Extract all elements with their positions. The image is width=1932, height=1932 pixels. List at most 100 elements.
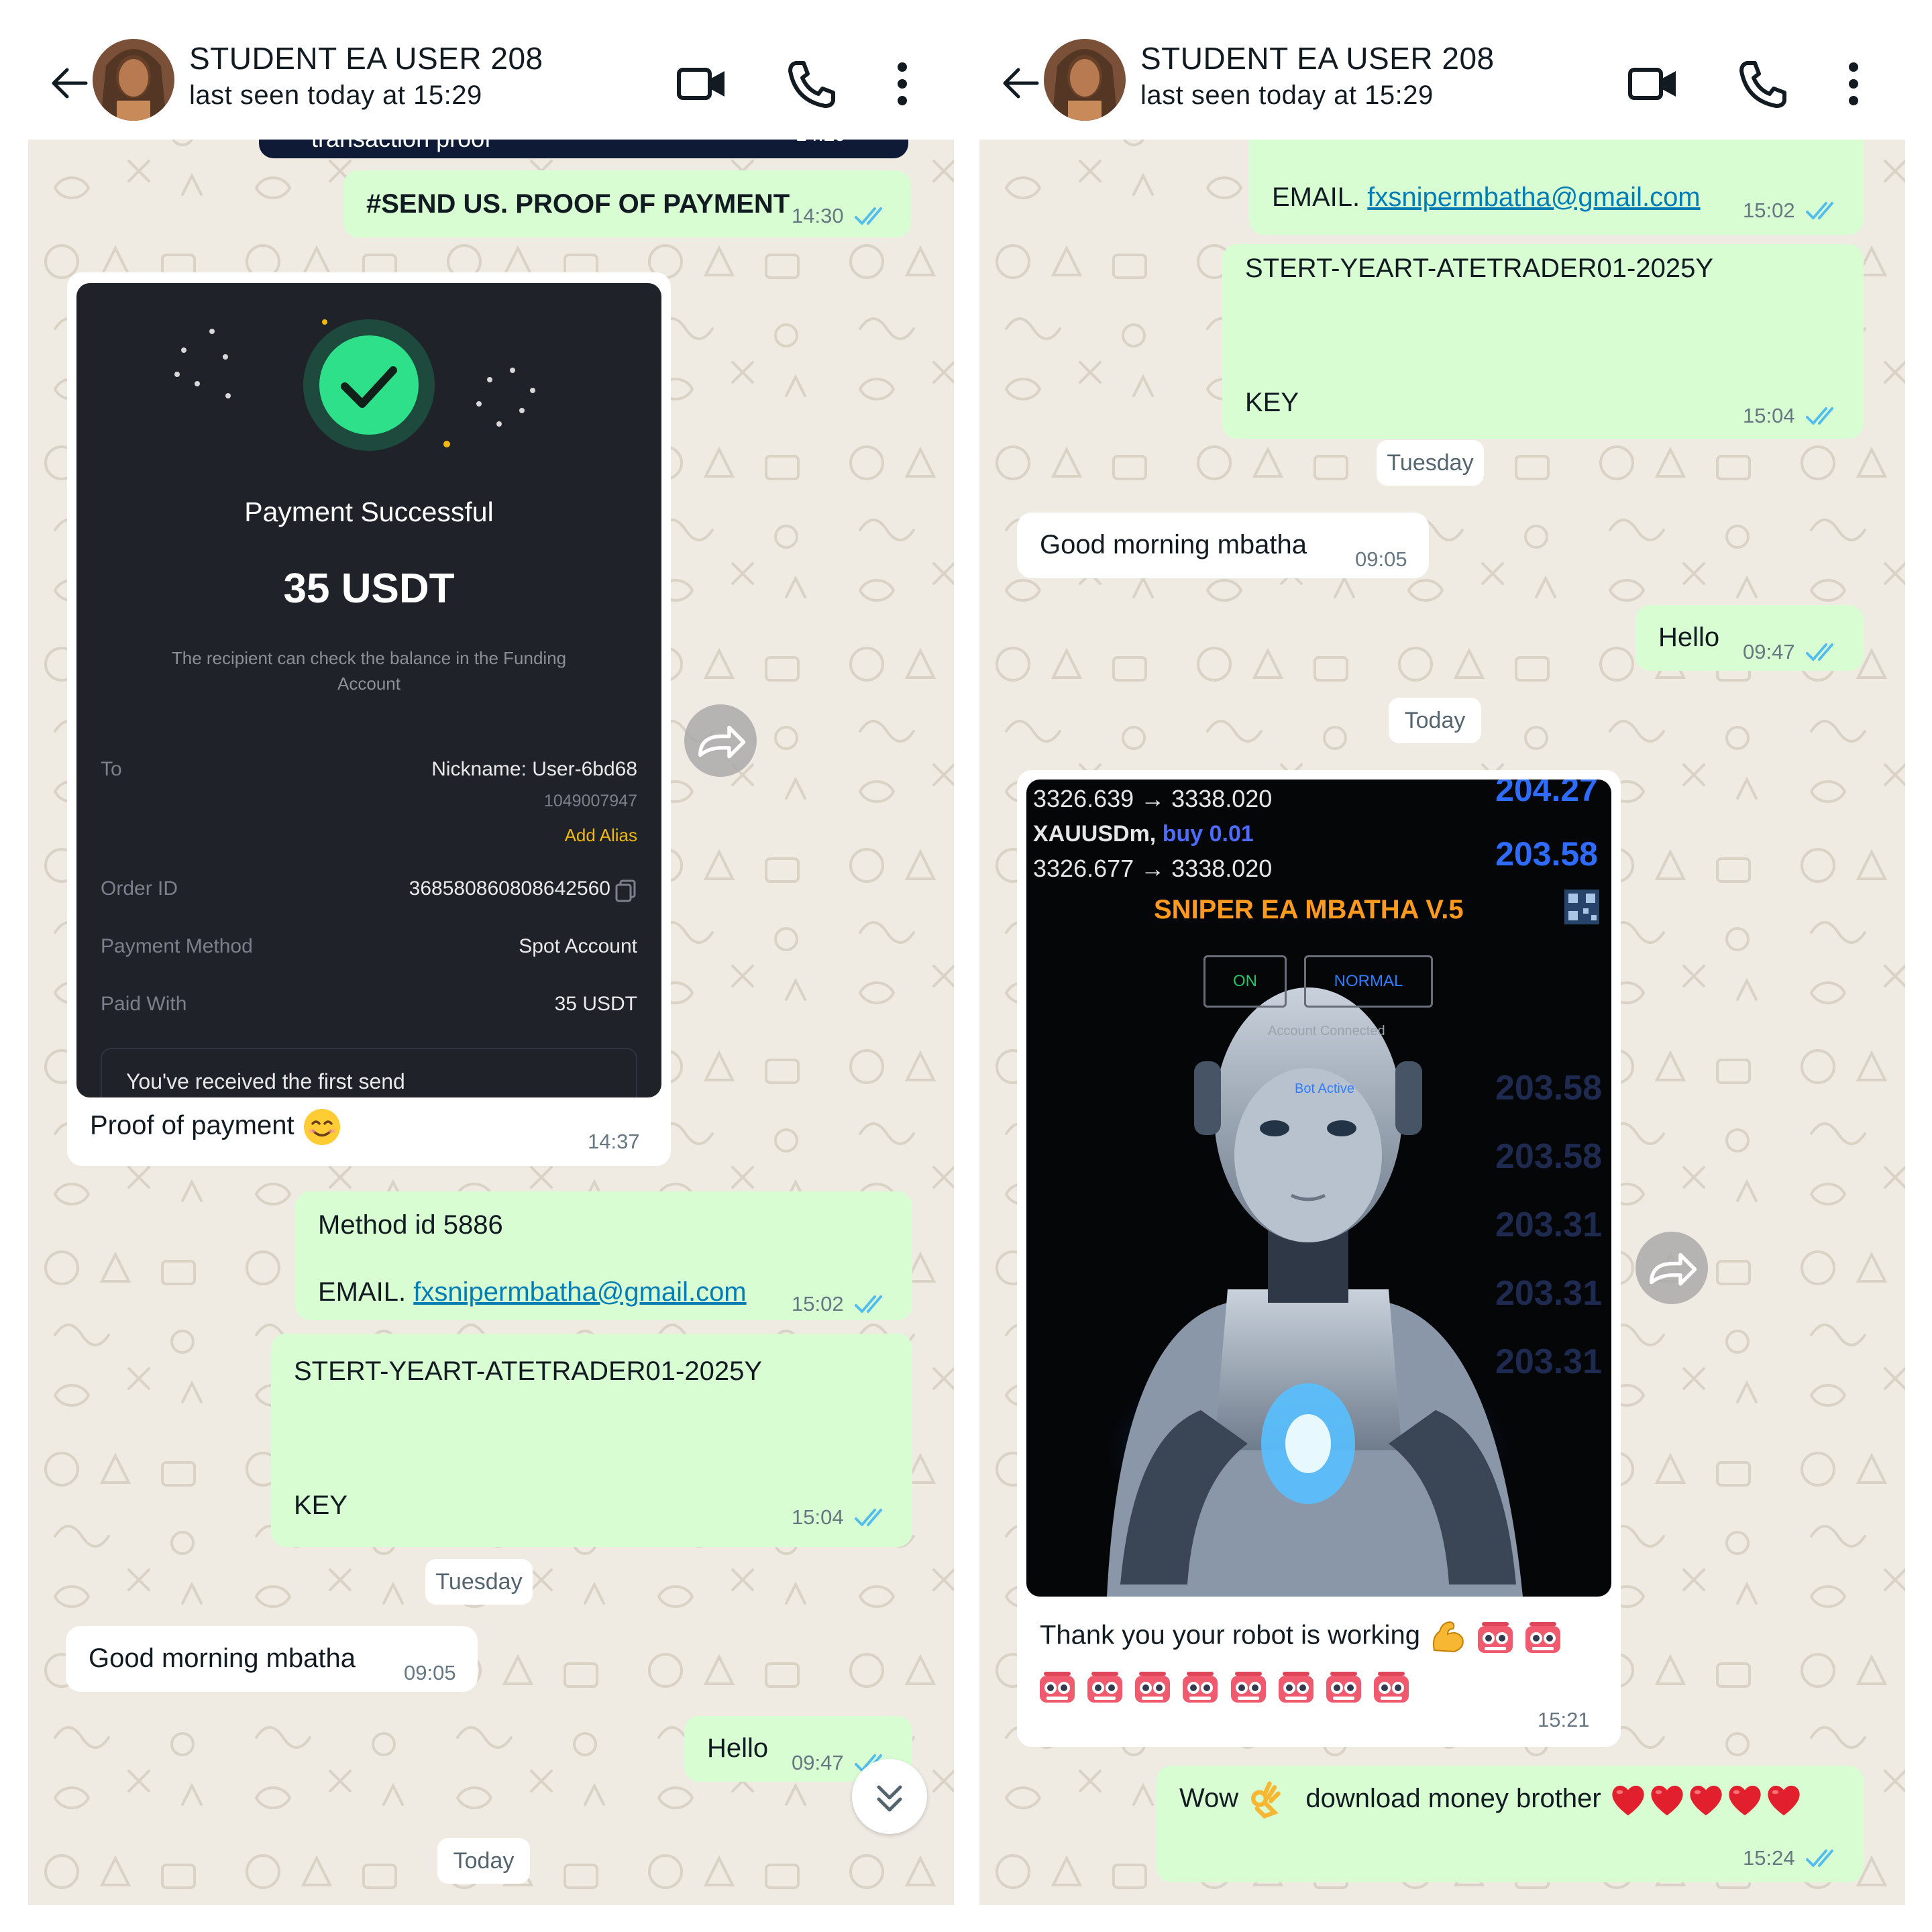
trade-symbol: XAUUSDm, buy 0.01 xyxy=(1033,821,1254,847)
paid-with-value: 35 USDT xyxy=(554,993,637,1015)
copy-icon xyxy=(615,879,636,902)
on-button: ON xyxy=(1203,955,1287,1008)
message-line: Method id 5886 xyxy=(318,1210,503,1240)
robot-emoji xyxy=(1324,1666,1364,1707)
forward-icon xyxy=(1635,1232,1708,1304)
faint-value: 203.31 xyxy=(1495,1274,1602,1313)
trade-line: 3326.677 → 3338.020 xyxy=(1033,855,1273,882)
message-text: Good morning mbatha xyxy=(1040,530,1307,559)
payment-method-value: Spot Account xyxy=(519,935,637,957)
message-bubble-method[interactable]: Method id 5886 EMAIL. fxsnipermbatha@gma… xyxy=(295,1191,912,1320)
message-bubble-wow[interactable]: Wow download money brother 15:24 xyxy=(1157,1766,1864,1882)
back-arrow-icon[interactable] xyxy=(998,60,1044,106)
chat-panel-right: STUDENT EA USER 208 last seen today at 1… xyxy=(979,27,1905,1905)
robot-emoji xyxy=(1475,1617,1515,1657)
message-meta: 09:47 xyxy=(1743,640,1842,664)
chat-panel-left: STUDENT EA USER 208 last seen today at 1… xyxy=(28,27,954,1905)
message-text: Proof of payment xyxy=(90,1107,342,1147)
smiling-face-emoji xyxy=(302,1107,342,1147)
paid-with-label: Paid With xyxy=(101,993,187,1015)
caption-text: Thank you your robot is working xyxy=(1040,1620,1420,1650)
forward-icon xyxy=(684,704,757,777)
message-time: 14:30 xyxy=(792,204,844,227)
robot-screenshot-image[interactable]: 3326.639 → 3338.020 XAUUSDm, buy 0.01 33… xyxy=(1026,780,1611,1597)
read-ticks-icon xyxy=(1805,1847,1842,1869)
qr-code-icon xyxy=(1564,890,1599,924)
message-bubble-hello[interactable]: Hello 09:47 xyxy=(1635,605,1864,671)
message-bubble-key[interactable]: STERT-YEART-ATETRADER01-2025Y KEY 15:04 xyxy=(1222,244,1864,439)
ok-hand-emoji xyxy=(1246,1781,1283,1819)
red-heart-emoji xyxy=(1725,1780,1764,1819)
message-time: 15:02 xyxy=(792,1292,844,1316)
to-value: Nickname: User-6bd68 xyxy=(431,758,637,780)
status-bot: Bot Active xyxy=(1295,1081,1354,1096)
message-bubble-good-morning[interactable]: Good morning mbatha 09:05 xyxy=(1017,513,1429,578)
avatar[interactable] xyxy=(93,39,174,121)
message-meta: 15:02 xyxy=(792,1292,891,1316)
image-message-robot[interactable]: 3326.639 → 3338.020 XAUUSDm, buy 0.01 33… xyxy=(1017,770,1621,1747)
message-phrase: download money brother xyxy=(1305,1783,1601,1813)
forward-button[interactable] xyxy=(684,704,757,777)
read-ticks-icon xyxy=(853,1293,891,1315)
message-text: Hello xyxy=(707,1733,769,1763)
robot-emoji xyxy=(1228,1666,1269,1707)
back-arrow-icon[interactable] xyxy=(47,60,93,106)
value-top: 204.27 xyxy=(1495,780,1598,808)
scroll-to-bottom-button[interactable] xyxy=(852,1759,927,1834)
message-time: 09:05 xyxy=(1355,547,1407,571)
message-text: Good morning mbatha xyxy=(89,1644,356,1673)
message-line: STERT-YEART-ATETRADER01-2025Y xyxy=(1245,254,1714,283)
caption-line-2 xyxy=(1037,1666,1411,1707)
read-ticks-icon xyxy=(1805,641,1842,663)
faint-value: 203.58 xyxy=(1495,1069,1602,1108)
message-meta: 15:24 xyxy=(1743,1846,1842,1870)
message-meta: 15:04 xyxy=(1743,404,1842,428)
message-word: Wow xyxy=(1179,1783,1239,1813)
flexed-biceps-emoji xyxy=(1428,1617,1468,1657)
red-heart-emoji xyxy=(1686,1780,1725,1819)
read-ticks-icon xyxy=(1805,200,1842,221)
message-bubble-send-proof[interactable]: #SEND US. PROOF OF PAYMENT 14:30 xyxy=(343,170,911,237)
caption-text: Proof of payment xyxy=(90,1110,294,1140)
status-account: Account Connected xyxy=(1268,1024,1385,1038)
contact-name[interactable]: STUDENT EA USER 208 xyxy=(189,40,543,76)
robot-emoji xyxy=(1085,1666,1125,1707)
message-meta: 14:30 xyxy=(792,204,891,228)
message-bubble-good-morning[interactable]: Good morning mbatha 09:05 xyxy=(66,1626,478,1692)
image-message-payment[interactable]: Payment Successful 35 USDT The recipient… xyxy=(67,272,671,1166)
date-chip-tuesday: Tuesday xyxy=(425,1559,533,1605)
caption-line-1: Thank you your robot is working xyxy=(1040,1617,1563,1657)
to-label: To xyxy=(101,758,122,780)
trade-line: 3326.639 → 3338.020 xyxy=(1033,785,1273,812)
robot-emoji xyxy=(1132,1666,1173,1707)
payment-note: The recipient can check the balance in t… xyxy=(171,648,567,694)
message-bubble-key[interactable]: STERT-YEART-ATETRADER01-2025Y KEY 15:04 xyxy=(271,1334,912,1547)
banner-text: You've received the first send xyxy=(126,1069,405,1093)
payment-method-label: Payment Method xyxy=(101,935,253,957)
avatar[interactable] xyxy=(1044,39,1126,121)
contact-name[interactable]: STUDENT EA USER 208 xyxy=(1140,40,1495,76)
voice-call-icon[interactable] xyxy=(1732,54,1792,114)
payment-receipt-image[interactable]: Payment Successful 35 USDT The recipient… xyxy=(76,283,661,1097)
video-call-icon[interactable] xyxy=(672,54,733,114)
add-alias-link: Add Alias xyxy=(564,825,637,845)
message-meta: 15:04 xyxy=(792,1505,891,1529)
message-bubble-email[interactable]: EMAIL. fxsnipermbatha@gmail.com 15:02 xyxy=(1249,127,1864,235)
date-chip-today: Today xyxy=(1389,698,1481,743)
success-check-icon xyxy=(174,319,535,451)
email-prefix: EMAIL. xyxy=(1272,182,1360,212)
video-call-icon[interactable] xyxy=(1623,54,1684,114)
voice-call-icon[interactable] xyxy=(781,54,841,114)
order-id-value: 368580860808642560 xyxy=(409,877,610,900)
robot-emoji xyxy=(1037,1666,1077,1707)
email-line: EMAIL. fxsnipermbatha@gmail.com xyxy=(1272,182,1701,213)
more-options-icon[interactable] xyxy=(1830,54,1877,114)
message-line: STERT-YEART-ATETRADER01-2025Y xyxy=(294,1356,763,1386)
message-text: Wow download money brother xyxy=(1179,1780,1803,1819)
email-link[interactable]: fxsnipermbatha@gmail.com xyxy=(1367,182,1700,212)
more-options-icon[interactable] xyxy=(879,54,926,114)
forward-button[interactable] xyxy=(1635,1232,1708,1304)
email-link[interactable]: fxsnipermbatha@gmail.com xyxy=(413,1277,746,1307)
message-time: 14:37 xyxy=(588,1130,640,1153)
message-time: 15:04 xyxy=(792,1505,844,1529)
